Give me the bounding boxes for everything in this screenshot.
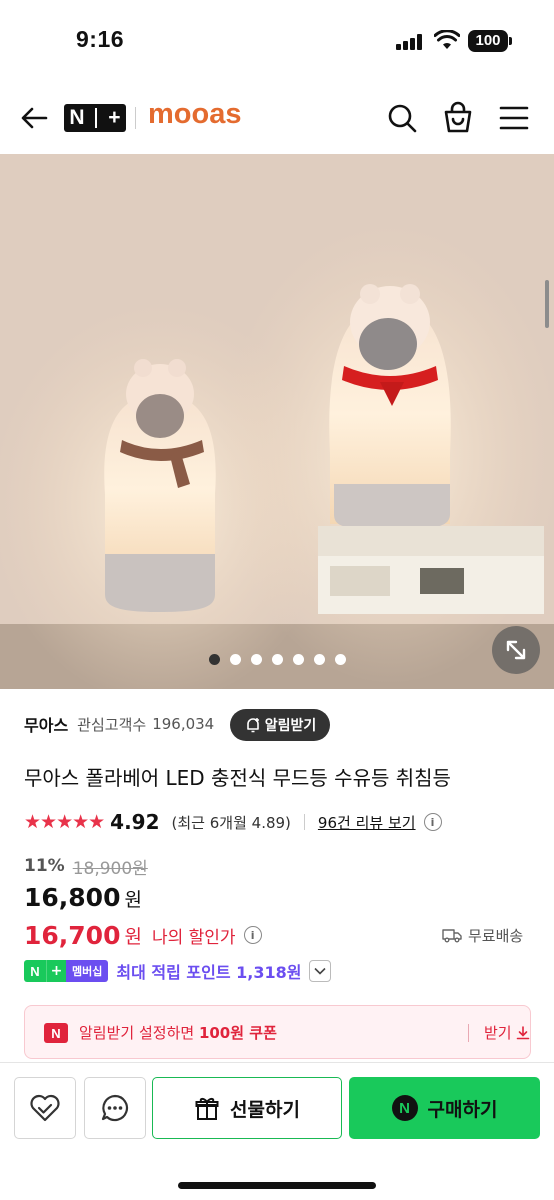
membership-badge-label: 멤버십 xyxy=(66,960,109,982)
shopping-bag-icon[interactable] xyxy=(440,100,476,136)
shipping-label: 무료배송 xyxy=(468,926,524,945)
coupon-amount: 100원 쿠폰 xyxy=(198,1024,277,1042)
brand-logo[interactable]: mooas xyxy=(148,98,241,131)
info-icon[interactable]: i xyxy=(423,813,442,831)
star-rating-icon: ★★★★★ xyxy=(24,811,105,833)
bottom-action-bar: 선물하기 N 구매하기 xyxy=(0,1062,554,1200)
my-price-currency: 원 xyxy=(124,925,142,948)
coupon-divider xyxy=(468,1024,469,1042)
cellular-signal-icon xyxy=(396,34,422,50)
gift-button-label: 선물하기 xyxy=(230,1098,300,1121)
chevron-down-icon xyxy=(314,967,327,975)
naver-pay-n-icon: N xyxy=(391,1095,418,1121)
wifi-icon xyxy=(434,30,460,49)
shipping-info: 무료배송 xyxy=(442,922,523,948)
my-price-label: 나의 할인가 xyxy=(151,927,236,948)
discount-row: 11% 18,900원 xyxy=(24,854,148,879)
follower-label: 관심고객수 xyxy=(77,715,147,734)
sale-price: 16,800 xyxy=(24,883,121,912)
product-photo xyxy=(0,154,554,689)
product-title: 무아스 폴라베어 LED 충전식 무드등 수유등 취침등 xyxy=(24,766,451,790)
sale-price-row: 16,800 원 xyxy=(24,883,142,917)
membership-points-row[interactable]: N + 멤버십 최대 적립 포인트 1,318원 xyxy=(24,958,332,984)
battery-icon: 100 xyxy=(468,30,512,52)
recent-rating: (최근 6개월 4.89) xyxy=(171,813,291,832)
alert-button-label: 알림받기 xyxy=(264,718,317,734)
buy-button-label: 구매하기 xyxy=(427,1098,498,1121)
coupon-icon: N xyxy=(44,1023,68,1043)
gallery-pagination[interactable] xyxy=(0,654,554,665)
expand-image-button[interactable] xyxy=(492,626,540,674)
naver-plus-store-logo[interactable]: N + xyxy=(64,104,126,132)
info-icon[interactable]: i xyxy=(243,926,262,944)
store-badge-plus: + xyxy=(108,106,121,129)
coupon-download-button[interactable]: 받기 xyxy=(484,1022,531,1043)
membership-badge: N + 멤버십 xyxy=(24,960,109,982)
store-badge-n: N xyxy=(69,106,85,129)
rating-divider xyxy=(303,814,305,830)
page-scrollbar[interactable] xyxy=(545,280,549,328)
gallery-dot[interactable] xyxy=(292,654,304,665)
coupon-text-pre: 알림받기 설정하면 xyxy=(79,1024,199,1042)
alert-subscribe-button[interactable]: 알림받기 xyxy=(230,709,330,741)
home-indicator[interactable] xyxy=(178,1182,376,1189)
discount-rate: 11% xyxy=(24,856,65,876)
gallery-dot[interactable] xyxy=(313,654,325,665)
review-link[interactable]: 96건 리뷰 보기 xyxy=(318,812,416,833)
header-divider xyxy=(135,107,136,129)
app-header: N + mooas xyxy=(0,80,554,154)
status-time: 9:16 xyxy=(76,26,125,52)
download-icon xyxy=(516,1025,529,1039)
talk-talk-chat-button[interactable] xyxy=(84,1077,146,1139)
buy-button[interactable]: N 구매하기 xyxy=(349,1077,540,1139)
search-icon[interactable] xyxy=(384,100,420,136)
sale-currency: 원 xyxy=(124,889,142,911)
points-expand-toggle[interactable] xyxy=(309,960,332,982)
coupon-text: 알림받기 설정하면 100원 쿠폰 xyxy=(79,1022,277,1043)
chat-bubble-icon xyxy=(101,1094,129,1122)
bell-plus-icon xyxy=(246,718,259,733)
max-points-text: 최대 적립 포인트 1,318원 xyxy=(116,963,302,982)
expand-arrows-icon xyxy=(506,640,526,660)
my-discount-price: 16,700 xyxy=(24,920,121,950)
brand-name-link[interactable]: 무아스 xyxy=(24,712,68,736)
membership-badge-n: N xyxy=(24,960,46,982)
gallery-dot[interactable] xyxy=(250,654,262,665)
brand-row: 무아스 관심고객수 196,034 xyxy=(24,708,214,740)
gallery-dot[interactable] xyxy=(334,654,346,665)
rating-row: ★★★★★ 4.92 (최근 6개월 4.89) 96건 리뷰 보기 i xyxy=(24,808,442,836)
product-image-gallery[interactable] xyxy=(0,154,554,689)
gallery-dot[interactable] xyxy=(229,654,241,665)
gallery-dot[interactable] xyxy=(271,654,283,665)
truck-icon xyxy=(442,929,462,943)
status-bar: 9:16 100 xyxy=(0,0,554,80)
gift-button[interactable]: 선물하기 xyxy=(152,1077,342,1139)
coupon-banner[interactable]: N 알림받기 설정하면 100원 쿠폰 받기 xyxy=(24,1005,531,1059)
my-price-row[interactable]: 16,700 원 나의 할인가 i xyxy=(24,918,262,952)
rating-value: 4.92 xyxy=(110,810,160,834)
back-arrow-icon[interactable] xyxy=(16,100,52,136)
original-price: 18,900원 xyxy=(72,858,148,879)
hamburger-menu-icon[interactable] xyxy=(496,100,532,136)
logo-divider xyxy=(95,108,98,128)
membership-badge-plus: + xyxy=(46,960,66,982)
coupon-download-label: 받기 xyxy=(484,1024,512,1042)
gift-box-icon xyxy=(195,1098,219,1120)
follower-count: 196,034 xyxy=(152,715,215,733)
wishlist-button[interactable] xyxy=(14,1077,76,1139)
heart-check-icon xyxy=(30,1094,60,1122)
gallery-dot[interactable] xyxy=(208,654,220,665)
